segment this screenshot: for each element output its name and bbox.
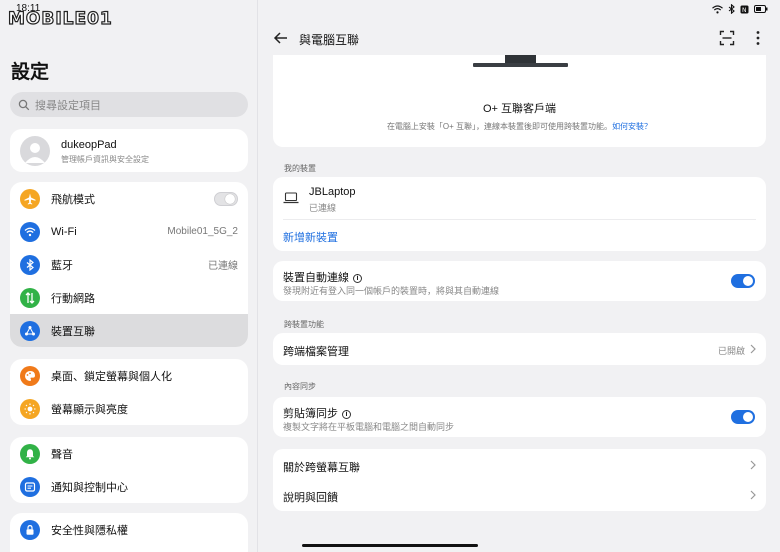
account-subtitle: 管理帳戶資訊與安全設定 bbox=[61, 155, 149, 164]
laptop-icon bbox=[283, 192, 299, 204]
auto-connect-card: 裝置自動連線 i 發現附近有登入同一個帳戶的裝置時，將與其自動連線 bbox=[273, 261, 766, 301]
file-manage-card[interactable]: 跨端檔案管理 已開啟 bbox=[273, 333, 766, 365]
brightness-icon bbox=[20, 398, 40, 419]
scan-icon[interactable] bbox=[719, 30, 735, 46]
bluetooth-status-icon bbox=[728, 4, 735, 14]
more-options-icon[interactable] bbox=[751, 29, 765, 47]
wifi-status-icon bbox=[712, 4, 723, 13]
content-sync-label: 內容同步 bbox=[284, 382, 316, 391]
bluetooth-icon bbox=[20, 254, 40, 275]
palette-icon bbox=[20, 365, 40, 386]
file-manage-title: 跨端檔案管理 bbox=[283, 346, 349, 358]
page-title: 設定 bbox=[11, 62, 50, 83]
client-name: O+ 互聯客戶端 bbox=[482, 103, 557, 115]
account-name: dukeopPad bbox=[61, 139, 117, 151]
top-bar: 與電腦互聯 bbox=[259, 22, 780, 54]
watermark-logo: MOBILE01 bbox=[7, 8, 113, 29]
help-title: 說明與回饋 bbox=[283, 492, 338, 504]
search-placeholder: 搜尋設定項目 bbox=[35, 99, 101, 112]
personalization-group: 桌面、鎖定螢幕與個人化 螢幕顯示與亮度 bbox=[10, 359, 248, 425]
cross-device-label: 跨裝置功能 bbox=[284, 320, 324, 329]
avatar bbox=[20, 136, 50, 166]
svg-text:N: N bbox=[742, 7, 747, 14]
search-input[interactable]: 搜尋設定項目 bbox=[10, 92, 248, 117]
about-title: 關於跨螢幕互聯 bbox=[283, 462, 360, 474]
how-to-install-link[interactable]: 如何安裝？ bbox=[612, 122, 652, 131]
battery-icon bbox=[754, 5, 768, 13]
device-connect-icon bbox=[20, 320, 40, 341]
sidebar-item-display-brightness[interactable]: 螢幕顯示與亮度 bbox=[10, 392, 248, 425]
airplane-icon bbox=[20, 188, 40, 209]
device-row[interactable]: JBLaptop 已連線 bbox=[273, 177, 766, 219]
add-device-button[interactable]: 新增新裝置 bbox=[283, 229, 338, 245]
lock-icon bbox=[20, 519, 40, 540]
chevron-right-icon bbox=[750, 490, 756, 500]
settings-sidebar: 18:11 MOBILE01 設定 搜尋設定項目 dukeopPad 管理帳戶資… bbox=[0, 0, 258, 552]
sound-notification-group: 聲音 通知與控制中心 bbox=[10, 437, 248, 503]
my-devices-label: 我的裝置 bbox=[284, 164, 316, 173]
airplane-mode-toggle[interactable] bbox=[214, 191, 238, 206]
device-name: JBLaptop bbox=[309, 186, 356, 198]
detail-title: 與電腦互聯 bbox=[299, 33, 360, 47]
search-icon bbox=[18, 99, 30, 110]
bluetooth-status-value: 已連線 bbox=[208, 261, 238, 272]
about-row[interactable]: 關於跨螢幕互聯 bbox=[273, 449, 766, 480]
account-card[interactable]: dukeopPad 管理帳戶資訊與安全設定 bbox=[10, 129, 248, 172]
divider bbox=[283, 219, 756, 220]
mobile-network-icon bbox=[20, 287, 40, 308]
chevron-right-icon bbox=[750, 460, 756, 470]
home-indicator[interactable] bbox=[302, 544, 478, 547]
info-icon[interactable]: i bbox=[353, 274, 362, 283]
device-status: 已連線 bbox=[309, 203, 337, 213]
sidebar-item-device-connect[interactable]: 裝置互聯 bbox=[10, 314, 248, 347]
sidebar-item-personalization[interactable]: 桌面、鎖定螢幕與個人化 bbox=[10, 359, 248, 392]
connectivity-group: 飛航模式 Wi-Fi Mobile01_5G_2 藍牙 已連線 行動網路 裝置互… bbox=[10, 182, 248, 347]
sidebar-item-sound[interactable]: 聲音 bbox=[10, 437, 248, 470]
clipboard-sync-card: 剪貼簿同步 i 複製文字將在平板電腦和電腦之間自動同步 bbox=[273, 397, 766, 437]
sidebar-item-airplane-mode[interactable]: 飛航模式 bbox=[10, 182, 248, 215]
monitor-illustration bbox=[473, 55, 568, 67]
nfc-status-icon: N bbox=[740, 5, 749, 14]
sidebar-item-bluetooth[interactable]: 藍牙 已連線 bbox=[10, 248, 248, 281]
info-icon[interactable]: i bbox=[342, 410, 351, 419]
sidebar-item-notifications[interactable]: 通知與控制中心 bbox=[10, 470, 248, 503]
sidebar-item-wifi[interactable]: Wi-Fi Mobile01_5G_2 bbox=[10, 215, 248, 248]
about-help-card: 關於跨螢幕互聯 說明與回饋 bbox=[273, 449, 766, 511]
back-arrow-icon[interactable] bbox=[273, 30, 289, 46]
notification-icon bbox=[20, 476, 40, 497]
clipboard-sync-toggle[interactable] bbox=[731, 410, 755, 424]
my-devices-card: JBLaptop 已連線 新增新裝置 bbox=[273, 177, 766, 251]
status-icons: N bbox=[712, 4, 768, 14]
help-row[interactable]: 說明與回饋 bbox=[273, 480, 766, 511]
client-description: 在電腦上安裝「O+ 互聯」，連線本裝置後即可使用跨裝置功能。如何安裝？ bbox=[386, 122, 653, 131]
file-manage-value: 已開啟 bbox=[718, 346, 746, 356]
sidebar-item-mobile-network[interactable]: 行動網路 bbox=[10, 281, 248, 314]
sidebar-item-security-privacy[interactable]: 安全性與隱私權 bbox=[10, 513, 248, 546]
wifi-network-value: Mobile01_5G_2 bbox=[167, 226, 238, 237]
clipboard-sync-description: 複製文字將在平板電腦和電腦之間自動同步 bbox=[283, 422, 455, 432]
auto-connect-toggle[interactable] bbox=[731, 274, 755, 288]
detail-pane: N 與電腦互聯 O+ 互聯客戶端 在電腦上安裝「O+ 互聯」，連線本裝置後即可使… bbox=[259, 0, 780, 552]
bell-icon bbox=[20, 443, 40, 464]
chevron-right-icon bbox=[750, 344, 756, 354]
clipboard-sync-title: 剪貼簿同步 bbox=[283, 408, 338, 420]
security-group: 安全性與隱私權 bbox=[10, 513, 248, 552]
client-card: O+ 互聯客戶端 在電腦上安裝「O+ 互聯」，連線本裝置後即可使用跨裝置功能。如… bbox=[273, 55, 766, 147]
auto-connect-title: 裝置自動連線 bbox=[283, 272, 349, 284]
auto-connect-description: 發現附近有登入同一個帳戶的裝置時，將與其自動連線 bbox=[283, 286, 500, 296]
wifi-icon bbox=[20, 221, 40, 242]
